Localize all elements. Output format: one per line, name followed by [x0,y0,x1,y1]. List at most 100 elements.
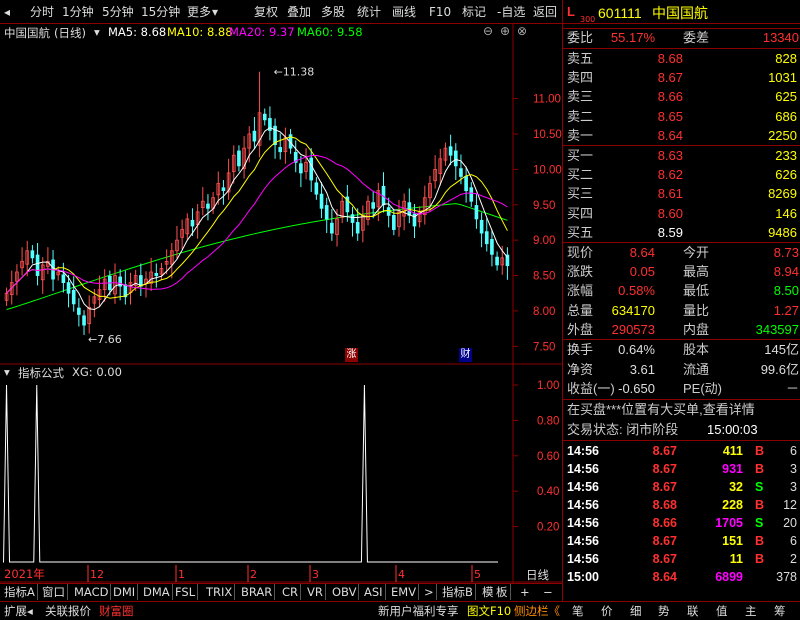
sidebar-toggle-button[interactable]: 侧边栏《 [514,603,560,620]
tab-indicator-a[interactable]: 指标A [2,584,38,600]
tick-time: 14:56 [567,534,599,548]
tab-15min[interactable]: 15分钟 [141,3,180,21]
tab-more[interactable]: 更多 [187,3,211,21]
new-user-welfare-button[interactable]: 新用户福利专享 [378,603,459,620]
chevron-down-icon[interactable]: ▾ [212,3,218,21]
buy-order-row[interactable]: 买一 8.63 233 [567,146,799,165]
cai-marker[interactable]: 财 [459,348,472,362]
tab-trix[interactable]: TRIX [204,584,236,600]
panel-divider [562,0,563,601]
order-price: 8.59 [657,224,683,240]
stat-label: 内盘 [683,321,710,337]
wealth-circle-button[interactable]: 财富圈 [99,603,134,620]
graphic-f10-button[interactable]: 图文F10 [467,603,511,620]
stat-value: -0.650 [618,381,655,396]
stat-label: 最高 [683,264,710,280]
buy-order-row[interactable]: 买三 8.61 8269 [567,184,799,203]
stat-value: 0.05 [629,264,655,280]
tab-lian[interactable]: 联 [687,603,699,620]
candle-body [459,168,463,177]
buy-order-row[interactable]: 买四 8.60 146 [567,204,799,223]
candle-body [278,147,283,153]
order-price: 8.61 [657,186,683,202]
tick-side: B [755,534,765,548]
tick-count: 6 [790,534,797,548]
remove-indicator-button[interactable]: − [541,584,555,600]
tab-brar[interactable]: BRAR [239,584,276,600]
indicator-tick-label: 0.60 [537,451,559,463]
tick-count: 6 [790,444,797,458]
triangle-left-icon[interactable]: ◂ [4,3,10,21]
tick-price: 8.67 [652,480,677,494]
order-level-label: 买二 [567,167,594,183]
x-axis-month-label: 1 [178,568,185,581]
sell-order-row[interactable]: 卖四 8.67 1031 [567,68,799,87]
tick-volume: 6899 [715,570,743,584]
duogu-button[interactable]: 多股 [321,3,345,21]
back-button[interactable]: 返回 [533,3,557,21]
kline-chart[interactable]: 11.00 10.50 10.00 9.50 9.00 8.50 8.00 7.50 1.00… [0,24,563,584]
related-quote-button[interactable]: 关联报价 [45,603,91,620]
big-order-notice[interactable]: 在买盘***位置有大买单,查看详情 [567,401,755,419]
tab-vr[interactable]: VR [305,584,326,600]
tab-5min[interactable]: 5分钟 [102,3,134,21]
tab-template-2[interactable]: 板 [494,584,511,600]
weibi-value: 55.17% [610,30,655,45]
tab-obv[interactable]: OBV [330,584,360,600]
diejia-button[interactable]: 叠加 [287,3,311,21]
tick-count: 3 [790,480,797,494]
tab-indicator-b[interactable]: 指标B [440,584,476,600]
sell-order-row[interactable]: 卖一 8.64 2250 [567,126,799,145]
biaoji-button[interactable]: 标记 [462,3,486,21]
indicator-tab-strip: 指标A 窗口 MACD DMI DMA FSL TRIX BRAR CR VR … [0,583,563,600]
tongji-button[interactable]: 统计 [357,3,381,21]
sell-order-row[interactable]: 卖五 8.68 828 [567,49,799,68]
tab-dma[interactable]: DMA [141,584,173,600]
add-watchlist-button[interactable]: -自选 [497,3,525,21]
tab-zhu[interactable]: 主 [745,603,757,620]
add-indicator-button[interactable]: + [518,584,532,600]
sell-order-row[interactable]: 卖三 8.66 625 [567,87,799,106]
sell-order-row[interactable]: 卖二 8.65 686 [567,107,799,126]
huaxian-button[interactable]: 画线 [392,3,416,21]
stat-label: 总量 [567,302,594,318]
fundamental-stat-row: 净资 3.61 流通 99.6亿 [567,360,799,379]
tab-jia[interactable]: 价 [601,603,613,620]
divider [563,399,800,400]
order-volume: 1031 [768,70,797,86]
tab-asi[interactable]: ASI [362,584,386,600]
stat-value: 290573 [611,321,655,337]
fuquan-button[interactable]: 复权 [254,3,278,21]
tab-cr[interactable]: CR [280,584,302,600]
chevron-down-icon[interactable]: ▾ [4,365,10,379]
buy-order-row[interactable]: 买五 8.59 9486 [567,223,799,242]
y-tick-label: 8.00 [533,306,555,318]
expand-button[interactable]: 扩展◂ [4,603,33,620]
zhang-marker[interactable]: 涨 [345,348,358,362]
tab-emv[interactable]: EMV [389,584,420,600]
order-volume: 626 [775,167,797,183]
tab-1min[interactable]: 1分钟 [62,3,94,21]
tab-zhi[interactable]: 值 [716,603,728,620]
tab-bi[interactable]: 笔 [572,603,584,620]
tick-price: 8.67 [652,444,677,458]
tab-window[interactable]: 窗口 [40,584,68,600]
buy-order-row[interactable]: 买二 8.62 626 [567,165,799,184]
x-axis-month-label: 12 [90,568,104,581]
tab-more-arrow[interactable]: > [422,584,437,600]
tab-macd[interactable]: MACD [72,584,112,600]
tab-fenshi[interactable]: 分时 [30,3,54,21]
candle-body [495,256,499,266]
order-price: 8.65 [657,108,683,124]
candle-body [35,254,40,276]
f10-button[interactable]: F10 [429,3,451,21]
tab-xi[interactable]: 细 [630,603,642,620]
tab-dmi[interactable]: DMI [111,584,139,600]
candle-body [314,182,319,195]
stat-value: 3.61 [629,361,655,377]
tab-chou[interactable]: 筹 [774,603,786,620]
candle-body [330,222,334,234]
tab-fsl[interactable]: FSL [173,584,199,600]
quote-stat-row: 总量 634170 量比 1.27 [567,301,799,320]
tab-shi[interactable]: 势 [658,603,670,620]
